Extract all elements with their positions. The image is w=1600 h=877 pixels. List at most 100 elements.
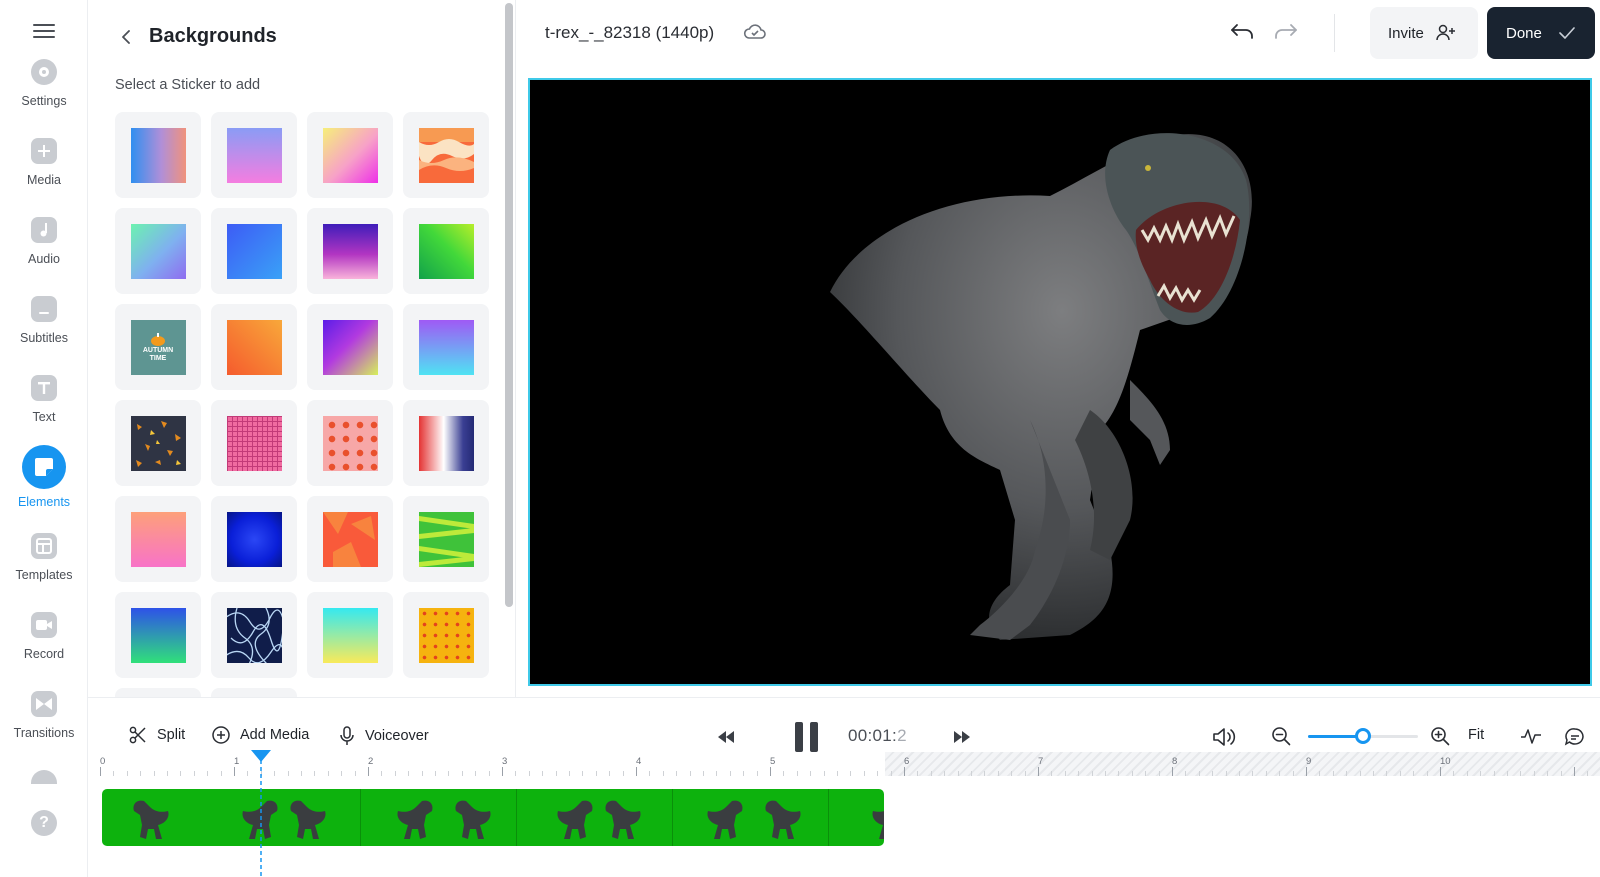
volume-icon[interactable] (1212, 726, 1238, 748)
background-tile[interactable] (211, 112, 297, 198)
zoom-slider-knob[interactable] (1355, 728, 1371, 744)
ruler-tick (689, 771, 691, 776)
background-tile[interactable] (115, 208, 201, 294)
background-tile[interactable] (211, 496, 297, 582)
ruler-tick (274, 771, 276, 776)
music-note-icon (31, 217, 57, 243)
left-navigation-rail: Settings Media Audio Subtitles Text Elem… (0, 0, 88, 877)
background-tile[interactable]: AUTUMN TIME (115, 304, 201, 390)
playhead[interactable] (250, 750, 271, 877)
project-name[interactable]: t-rex_-_82318 (1440p) (545, 23, 714, 43)
voiceover-button[interactable]: Voiceover (339, 726, 429, 746)
background-tile[interactable] (211, 592, 297, 678)
background-swatch (226, 511, 282, 567)
background-tile[interactable] (115, 400, 201, 486)
timeline-ruler[interactable]: 0 1 2 3 4 5 6 7 8 9 10 (100, 752, 1600, 776)
background-tile[interactable] (115, 688, 201, 697)
ruler-tick (1252, 771, 1254, 776)
rewind-icon[interactable] (718, 731, 734, 743)
ruler-tick (863, 771, 865, 776)
ruler-tick (930, 771, 932, 776)
ruler-label: 10 (1440, 756, 1451, 767)
background-tile[interactable] (115, 496, 201, 582)
record-camera-icon (31, 612, 57, 638)
background-tile[interactable] (307, 496, 393, 582)
rail-item-record[interactable]: Record (0, 612, 88, 682)
rail-item-subtitles[interactable]: Subtitles (0, 296, 88, 366)
background-swatch (418, 127, 474, 183)
add-media-button[interactable]: Add Media (212, 726, 309, 744)
background-tile[interactable] (307, 400, 393, 486)
video-clip-track[interactable] (102, 789, 884, 846)
rail-item-transitions[interactable]: Transitions (0, 691, 88, 761)
ruler-tick (341, 771, 343, 776)
ruler-tick (461, 771, 463, 776)
ruler-tick (555, 771, 557, 776)
background-swatch (418, 607, 474, 663)
ruler-tick (394, 771, 396, 776)
rail-item-label: Transitions (13, 726, 75, 740)
ruler-tick (877, 771, 879, 776)
split-button[interactable]: Split (129, 726, 185, 744)
undo-icon[interactable] (1229, 20, 1255, 44)
background-tile[interactable] (403, 496, 489, 582)
help-question-icon[interactable]: ? (31, 810, 57, 836)
background-tile[interactable] (211, 400, 297, 486)
rail-item-audio[interactable]: Audio (0, 217, 88, 287)
rail-item-label: Elements (17, 495, 71, 509)
ruler-tick (1399, 771, 1401, 776)
rail-item-label: Text (32, 410, 56, 424)
fit-button[interactable]: Fit (1468, 727, 1484, 743)
hamburger-menu-icon[interactable] (33, 20, 55, 42)
rail-item-templates[interactable]: Templates (0, 533, 88, 603)
pause-button[interactable] (795, 722, 819, 752)
comment-icon[interactable] (1564, 727, 1586, 747)
ruler-tick (595, 771, 597, 776)
ruler-tick (1292, 771, 1294, 776)
zoom-slider[interactable] (1308, 728, 1418, 744)
invite-button[interactable]: Invite (1370, 7, 1478, 59)
background-tile[interactable] (307, 208, 393, 294)
ruler-tick (1105, 771, 1106, 776)
background-tile[interactable] (403, 400, 489, 486)
zoom-out-icon[interactable] (1271, 726, 1291, 746)
video-preview[interactable] (528, 78, 1592, 686)
ruler-tick (1212, 771, 1214, 776)
zoom-in-icon[interactable] (1430, 726, 1450, 746)
back-chevron-icon[interactable] (118, 26, 134, 48)
clip-frame-divider (672, 789, 673, 846)
rail-item-elements[interactable]: Elements (0, 445, 88, 524)
clip-frame-divider (828, 789, 829, 846)
background-tile[interactable] (307, 304, 393, 390)
background-tile[interactable] (211, 304, 297, 390)
background-swatch (130, 607, 186, 663)
background-tile[interactable] (211, 688, 297, 697)
rail-item-text[interactable]: Text (0, 375, 88, 445)
ruler-tick (783, 771, 785, 776)
ruler-tick (408, 771, 410, 776)
done-button[interactable]: Done (1487, 7, 1595, 59)
ruler-tick (287, 771, 289, 776)
rail-item-media[interactable]: Media (0, 138, 88, 208)
fast-forward-icon[interactable] (954, 731, 970, 743)
scissors-icon (129, 726, 146, 744)
background-tile[interactable] (115, 592, 201, 678)
background-tile[interactable] (403, 112, 489, 198)
background-tile[interactable] (403, 208, 489, 294)
ruler-tick (1547, 771, 1549, 776)
redo-icon[interactable] (1273, 20, 1299, 44)
subtitles-icon (31, 296, 57, 322)
background-tile[interactable] (307, 592, 393, 678)
ruler-tick (944, 771, 946, 776)
rail-item-settings[interactable]: Settings (0, 59, 88, 129)
background-tile[interactable] (115, 112, 201, 198)
ruler-tick (703, 771, 704, 776)
panel-scrollbar[interactable] (505, 3, 513, 607)
background-tile[interactable] (403, 592, 489, 678)
background-tile[interactable] (307, 112, 393, 198)
background-tile[interactable] (211, 208, 297, 294)
rail-item-partial[interactable] (31, 770, 57, 784)
ruler-label: 5 (770, 756, 776, 767)
background-tile[interactable] (403, 304, 489, 390)
waveform-icon[interactable] (1520, 727, 1542, 745)
